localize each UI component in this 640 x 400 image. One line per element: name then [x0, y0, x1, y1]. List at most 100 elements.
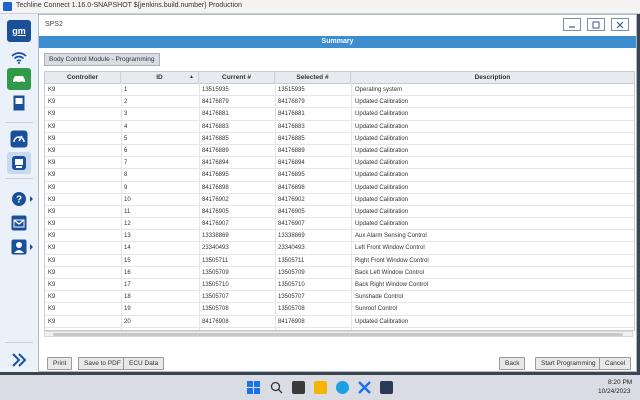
close-button[interactable]: [611, 18, 629, 31]
table-row[interactable]: K9 1 13515935 13515935 Operating system: [45, 84, 634, 97]
cell-controller: K9: [48, 208, 56, 215]
windows-start-icon[interactable]: [247, 381, 260, 394]
horizontal-scrollbar[interactable]: [44, 331, 633, 337]
cell-current: 84176902: [202, 196, 229, 203]
table-row[interactable]: K9 9 84176898 84176898 Updated Calibration: [45, 182, 634, 194]
table-row[interactable]: K9 14 23340493 23340493 Left Front Window Co…: [45, 242, 634, 255]
cell-description: Updated Calibration: [355, 221, 409, 228]
cell-current: 84176881: [202, 111, 229, 118]
cell-id: 20: [124, 318, 131, 325]
dialog-header: SPS2: [39, 15, 636, 35]
table-row[interactable]: K9 17 13505710 13505710 Back Right Window Co…: [45, 279, 634, 292]
cell-selected: 84176895: [278, 172, 305, 179]
save-to-pdf-button[interactable]: Save to PDF: [78, 357, 127, 370]
user-icon[interactable]: [7, 236, 31, 258]
col-selected[interactable]: Selected #: [275, 72, 351, 83]
dialog-name: SPS2: [45, 21, 63, 28]
cancel-button[interactable]: Cancel: [599, 357, 632, 370]
table-row[interactable]: K9 15 13505711 13505711 Right Front Window C…: [45, 255, 634, 267]
table-row[interactable]: K9 7 84176894 84176894 Updated Calibration: [45, 157, 634, 170]
cell-id: 6: [124, 147, 128, 154]
table-row[interactable]: K9 4 84176883 84176883 Updated Calibration: [45, 121, 634, 133]
search-icon[interactable]: [270, 381, 283, 394]
cell-description: Updated Calibration: [355, 99, 409, 106]
cell-selected: 84176889: [278, 147, 305, 154]
cell-id: 10: [124, 196, 131, 203]
cell-controller: K9: [48, 269, 56, 276]
close-icon: [616, 21, 624, 28]
ecu-data-button[interactable]: ECU Data: [123, 357, 165, 370]
table-row[interactable]: K9 8 84176895 84176895 Updated Calibration: [45, 169, 634, 182]
col-current[interactable]: Current #: [199, 72, 275, 83]
cell-id: 16: [124, 269, 131, 276]
back-button[interactable]: Back: [499, 357, 526, 370]
double-chevron-right-icon[interactable]: [7, 350, 31, 370]
col-description[interactable]: Description: [351, 72, 634, 83]
table-row[interactable]: K9 5 84176885 84176885 Updated Calibration: [45, 133, 634, 145]
table-row[interactable]: K9 18 13505707 13505707 Sunshade Control: [45, 291, 634, 304]
app-icon: [3, 2, 12, 11]
cell-selected: 13505710: [278, 282, 305, 288]
print-button[interactable]: Print: [47, 357, 73, 370]
module-tab[interactable]: Body Control Module - Programming: [44, 53, 160, 66]
cell-controller: K9: [48, 184, 56, 191]
cell-current: 84176898: [202, 184, 229, 191]
table-row[interactable]: K9 20 84176908 84176908 Updated Calibration: [45, 316, 634, 328]
table-row[interactable]: K9 13 13338869 13338869 Aux Alarm Sensing Co…: [45, 230, 634, 243]
gm-logo[interactable]: gm: [7, 20, 31, 42]
app-window-icon[interactable]: [380, 381, 393, 394]
table-row[interactable]: K9 19 13505708 13505708 Sunroof Control: [45, 303, 634, 316]
cell-selected: 84176907: [278, 221, 305, 228]
mail-icon[interactable]: [7, 212, 31, 234]
table-row[interactable]: K9 10 84176902 84176902 Updated Calibration: [45, 194, 634, 206]
table-header: Controller ID ▲ Current # Selected # Des…: [45, 72, 634, 84]
cell-description: Updated Calibration: [355, 196, 409, 203]
vehicle-icon[interactable]: [7, 68, 31, 90]
user-caret-icon: [30, 244, 33, 250]
table-body: K9 1 13515935 13515935 Operating system K9 2 84…: [45, 84, 634, 328]
cell-current: 13505710: [202, 282, 229, 288]
clock-date[interactable]: 10/24/2023: [598, 388, 631, 395]
taskbar: 8:20 PM 10/24/2023: [0, 375, 640, 400]
task-view-icon[interactable]: [292, 381, 305, 394]
window-titlebar: Techline Connect 1.16.0-SNAPSHOT ${jenki…: [0, 0, 640, 14]
col-id[interactable]: ID ▲: [121, 72, 199, 83]
cell-controller: K9: [48, 123, 56, 130]
clock-time[interactable]: 8:20 PM: [608, 379, 632, 386]
cell-id: 3: [124, 111, 128, 118]
sidebar-divider: [5, 178, 33, 179]
cell-selected: 13505711: [278, 257, 305, 264]
cell-description: Updated Calibration: [355, 208, 409, 215]
edge-icon[interactable]: [336, 381, 349, 394]
cell-controller: K9: [48, 294, 56, 301]
help-icon[interactable]: ?: [7, 188, 31, 210]
table-row[interactable]: K9 16 13505709 13505709 Back Left Window Con…: [45, 267, 634, 279]
techline-connect-icon[interactable]: [358, 381, 371, 394]
file-explorer-icon[interactable]: [314, 381, 327, 394]
cell-current: 84176907: [202, 221, 229, 228]
cell-id: 15: [124, 257, 131, 264]
table-row[interactable]: K9 2 84176879 84176879 Updated Calibration: [45, 96, 634, 109]
maximize-button[interactable]: [587, 18, 605, 31]
table-row[interactable]: K9 11 84176905 84176905 Updated Calibration: [45, 206, 634, 219]
table-row[interactable]: K9 12 84176907 84176907 Updated Calibration: [45, 218, 634, 231]
minimize-button[interactable]: [563, 18, 581, 31]
cell-description: Aux Alarm Sensing Control: [355, 233, 427, 240]
sidebar-divider: [5, 342, 33, 343]
cell-current: 84176885: [202, 135, 229, 142]
cell-current: 84176894: [202, 160, 229, 167]
wifi-icon[interactable]: [7, 47, 31, 69]
module-icon[interactable]: [7, 152, 31, 174]
book-icon[interactable]: [7, 92, 31, 114]
cell-controller: K9: [48, 221, 56, 228]
cell-description: Sunroof Control: [355, 306, 398, 313]
table-row[interactable]: K9 6 84176889 84176889 Updated Calibration: [45, 145, 634, 158]
cell-selected: 84176879: [278, 99, 305, 106]
col-controller[interactable]: Controller: [45, 72, 121, 83]
gauge-icon[interactable]: [7, 128, 31, 150]
table-row[interactable]: K9 3 84176881 84176881 Updated Calibration: [45, 108, 634, 121]
start-programming-button[interactable]: Start Programming: [535, 357, 602, 370]
cell-id: 7: [124, 160, 128, 167]
cell-current: 13338869: [202, 233, 229, 240]
scrollbar-thumb[interactable]: [53, 333, 623, 336]
